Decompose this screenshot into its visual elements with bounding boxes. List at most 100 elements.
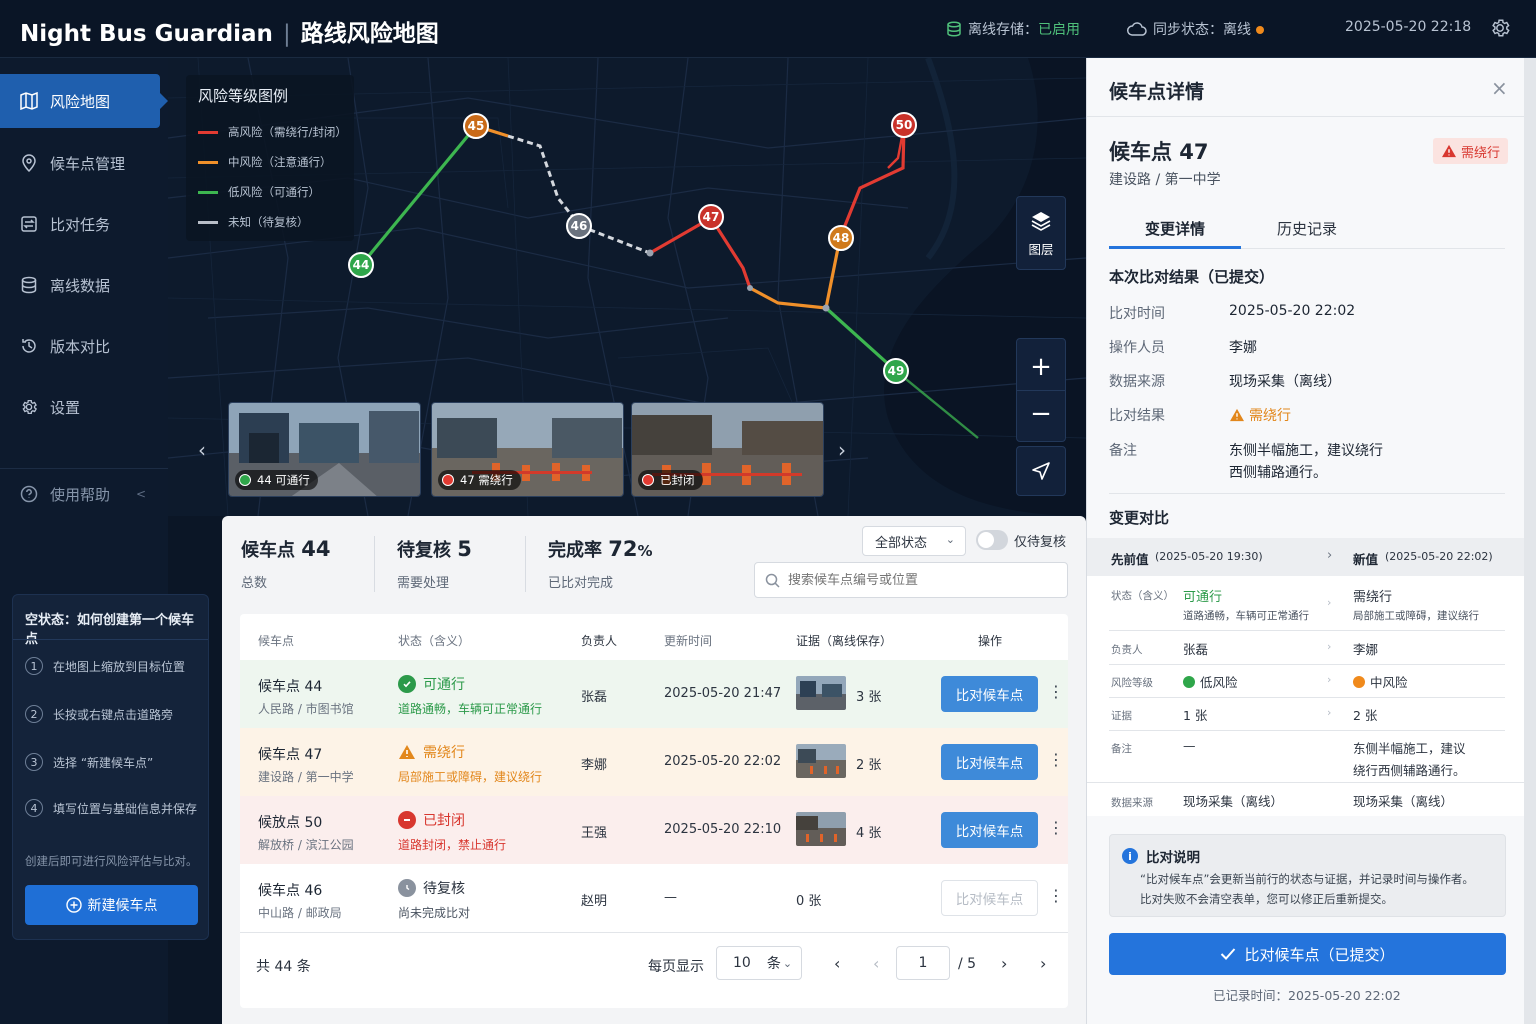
compare-row-source: 数据来源 现场采集（离线） 现场采集（离线）	[1087, 782, 1525, 816]
empty-step: 1 在地图上缩放到目标位置	[25, 657, 185, 675]
tab-change-details[interactable]: 变更详情	[1145, 218, 1205, 239]
divider	[525, 536, 526, 592]
medium-risk-dot	[1353, 675, 1365, 688]
scrollbar[interactable]	[1524, 58, 1536, 1024]
chevron-down-icon: ⌄	[782, 956, 793, 970]
evidence-thumbnail[interactable]	[796, 744, 846, 778]
history-icon	[22, 339, 36, 353]
map-marker-49[interactable]: 49	[883, 358, 909, 384]
table-row[interactable]: 候车点 47 建设路 / 第一中学 需绕行 局部施工或障碍，建议绕行 李娜 20…	[240, 728, 1068, 796]
sidebar-item-risk-map[interactable]: 风险地图	[0, 74, 160, 128]
map-marker-47[interactable]: 47	[698, 204, 724, 230]
stat-completion: 完成率 72% 已比对完成	[548, 537, 653, 591]
map-marker-45[interactable]: 45	[463, 113, 489, 139]
help-icon	[20, 485, 38, 503]
zoom-out-button[interactable]: −	[1030, 391, 1052, 437]
chevron-right-icon: ›	[1327, 640, 1332, 653]
empty-state-note: 创建后即可进行风险评估与比对。	[25, 854, 198, 868]
table-row[interactable]: 候车点 46 中山路 / 邮政局 待复核 尚未完成比对 赵明 — 0 张 比对候…	[240, 864, 1068, 932]
check-circle-icon	[398, 675, 416, 693]
column-header: 负责人	[581, 634, 618, 648]
warning-icon	[398, 744, 416, 760]
more-options-icon[interactable]: ⋮	[1048, 818, 1064, 837]
sidebar-item-offline-data[interactable]: 离线数据	[0, 258, 168, 312]
per-page-label: 每页显示	[648, 959, 704, 975]
evidence-thumbnail[interactable]: 44 可通行	[228, 402, 421, 497]
first-page-button[interactable]: ‹	[834, 954, 840, 973]
compare-stop-button[interactable]: 比对候车点	[941, 744, 1038, 780]
next-page-button[interactable]: ›	[1001, 954, 1007, 973]
blocked-icon	[398, 811, 416, 829]
divider	[1087, 116, 1525, 117]
layers-button[interactable]: 图层	[1016, 196, 1066, 270]
divider	[13, 639, 208, 640]
thumbs-prev-button[interactable]: ‹	[198, 438, 206, 462]
stop-detail-panel: 候车点详情 × 候车点 47 建设路 / 第一中学 需绕行 变更详情 历史记录 …	[1086, 58, 1525, 1024]
tab-history[interactable]: 历史记录	[1277, 218, 1337, 239]
map-marker-48[interactable]: 48	[828, 225, 854, 251]
prev-page-button[interactable]: ‹	[873, 954, 879, 973]
page-input[interactable]: 1	[896, 946, 950, 980]
database-icon	[21, 276, 37, 294]
thumbnail-caption: 44 可通行	[235, 470, 318, 490]
info-icon: i	[1122, 848, 1138, 864]
divider	[374, 536, 375, 592]
stop-name: 候车点 47	[1109, 140, 1209, 164]
column-header: 候车点	[258, 634, 295, 648]
pending-only-toggle[interactable]	[976, 530, 1008, 550]
chevron-right-icon: ›	[1327, 596, 1332, 609]
sidebar-item-label: 设置	[50, 398, 81, 417]
top-header: Night Bus Guardian | 路线风险地图 离线存储：已启用 同步状态：…	[0, 0, 1536, 58]
compare-stop-button-disabled[interactable]: 比对候车点	[941, 880, 1038, 916]
location-pin-icon	[22, 154, 36, 172]
compare-icon	[21, 216, 37, 232]
thumbs-next-button[interactable]: ›	[838, 438, 846, 462]
sidebar-item-label: 使用帮助	[50, 485, 111, 504]
warning-icon	[1442, 144, 1456, 158]
status-filter-select[interactable]: 全部状态 ⌄	[862, 526, 966, 556]
zoom-in-button[interactable]: +	[1030, 344, 1052, 390]
compare-submit-button[interactable]: 比对候车点（已提交）	[1109, 933, 1506, 975]
sidebar-item-compare-tasks[interactable]: 比对任务	[0, 197, 168, 251]
search-input[interactable]	[788, 572, 1048, 588]
active-tab-indicator	[1109, 246, 1241, 249]
new-stop-button[interactable]: 新建候车点	[25, 885, 198, 925]
sidebar-item-version-compare[interactable]: 版本对比	[0, 319, 168, 373]
settings-button[interactable]	[1489, 17, 1511, 43]
table-row[interactable]: 候车点 44 人民路 / 市图书馆 可通行 道路通畅，车辆可正常通行 张磊 20…	[240, 660, 1068, 728]
evidence-thumbnail[interactable]: 47 需绕行	[431, 402, 624, 497]
database-icon	[947, 21, 961, 37]
more-options-icon[interactable]: ⋮	[1048, 886, 1064, 905]
compare-note: i 比对说明 “比对候车点”会更新当前行的状态与证据，并记录时间与操作者。 比对失…	[1109, 834, 1506, 917]
map-marker-44[interactable]: 44	[348, 252, 374, 278]
navigation-arrow-icon	[1032, 462, 1050, 480]
collapse-icon[interactable]: <	[136, 487, 146, 501]
thumbnail-caption: 47 需绕行	[438, 470, 521, 490]
per-page-select[interactable]: 10 条 ⌄	[716, 946, 802, 980]
section-title: 本次比对结果（已提交）	[1109, 268, 1275, 286]
locate-button[interactable]	[1016, 446, 1066, 496]
panel-title: 候车点详情	[1109, 81, 1205, 103]
sidebar-item-settings[interactable]: 设置	[0, 380, 168, 434]
evidence-thumbnail[interactable]	[796, 676, 846, 710]
evidence-thumbnail[interactable]	[796, 812, 846, 846]
evidence-thumbnail[interactable]: 已封闭	[631, 402, 824, 497]
stat-pending: 待复核 5 需要处理	[397, 537, 472, 591]
divider	[240, 932, 1068, 933]
more-options-icon[interactable]: ⋮	[1048, 682, 1064, 701]
sidebar-item-stop-management[interactable]: 候车点管理	[0, 136, 168, 190]
compare-result: 需绕行	[1229, 405, 1291, 425]
map-marker-50[interactable]: 50	[891, 112, 917, 138]
sidebar-item-help[interactable]: 使用帮助 <	[0, 466, 168, 522]
map-marker-46[interactable]: 46	[566, 213, 592, 239]
table-row[interactable]: 候放点 50 解放桥 / 滨江公园 已封闭 道路封闭，禁止通行 王强 2025-…	[240, 796, 1068, 864]
compare-stop-button[interactable]: 比对候车点	[941, 676, 1038, 712]
last-page-button[interactable]: ›	[1040, 954, 1046, 973]
more-options-icon[interactable]: ⋮	[1048, 750, 1064, 769]
legend-item: 未知（待复核）	[198, 214, 309, 230]
data-source: 现场采集（离线）	[1229, 374, 1341, 390]
risk-legend: 风险等级图例 高风险（需绕行/封闭） 中风险（注意通行） 低风险（可通行） 未知…	[186, 75, 354, 241]
compare-stop-button[interactable]: 比对候车点	[941, 812, 1038, 848]
close-icon[interactable]: ×	[1491, 76, 1508, 100]
legend-title: 风险等级图例	[198, 87, 289, 105]
